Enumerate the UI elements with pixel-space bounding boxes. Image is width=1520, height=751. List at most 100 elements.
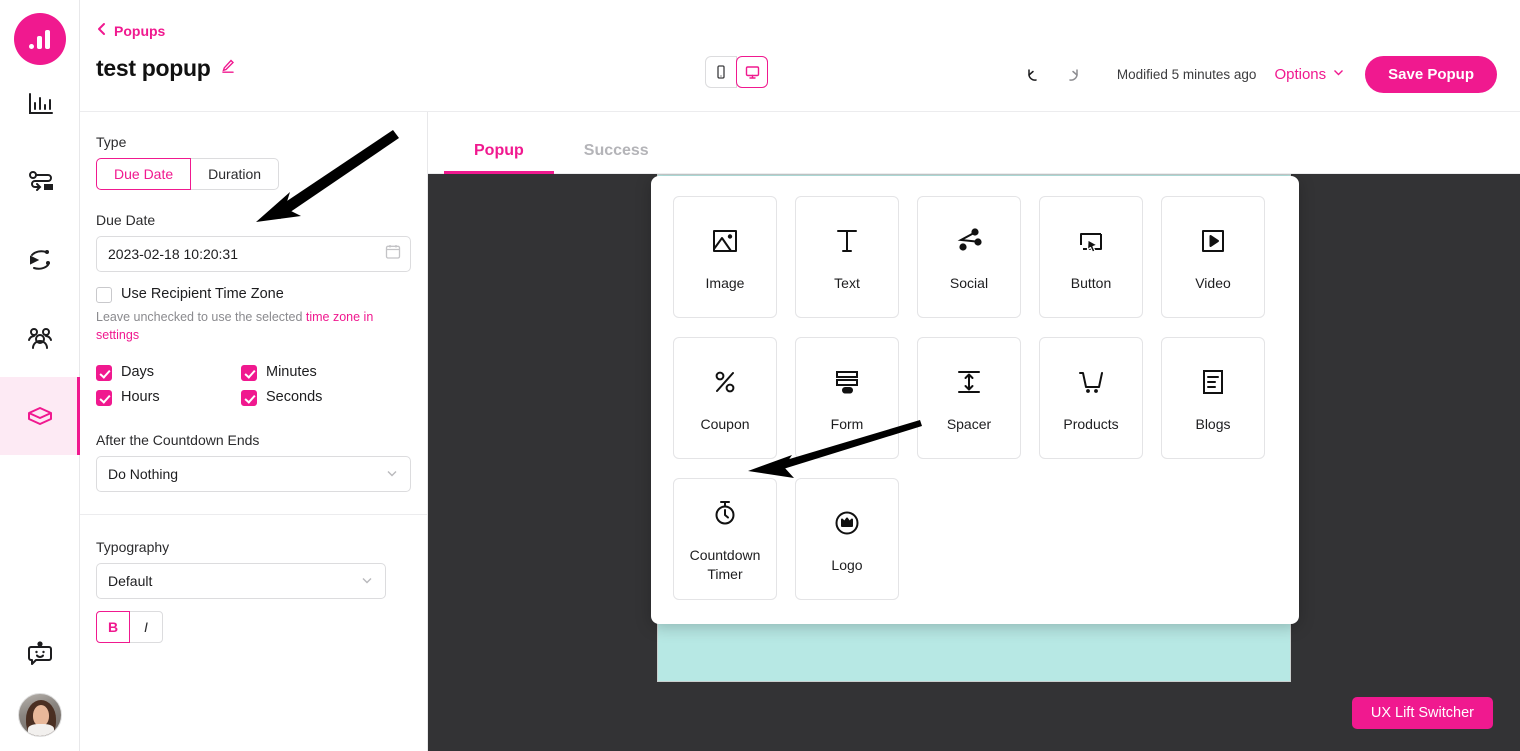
element-option-form[interactable]: Form bbox=[795, 337, 899, 459]
user-avatar[interactable] bbox=[17, 693, 62, 737]
due-date-label: Due Date bbox=[96, 212, 156, 228]
unit-hours-label: Hours bbox=[121, 389, 160, 406]
editor-tabs: Popup Success bbox=[428, 112, 1520, 174]
due-date-input[interactable] bbox=[96, 236, 411, 272]
popup-canvas: COUPON_CODE_HERE + Image bbox=[428, 174, 1520, 751]
page-title: test popup bbox=[96, 55, 236, 82]
tab-success[interactable]: Success bbox=[554, 142, 679, 173]
save-popup-button[interactable]: Save Popup bbox=[1365, 56, 1497, 93]
element-option-text[interactable]: Text bbox=[795, 196, 899, 318]
element-option-label: Products bbox=[1063, 415, 1119, 432]
undo-button[interactable] bbox=[1015, 59, 1053, 91]
modified-timestamp: Modified 5 minutes ago bbox=[1116, 67, 1257, 82]
element-option-label: Spacer bbox=[946, 415, 992, 432]
unit-minutes-label: Minutes bbox=[266, 364, 317, 381]
element-option-button[interactable]: Button bbox=[1039, 196, 1143, 318]
unit-hours-checkbox[interactable] bbox=[96, 390, 112, 407]
sidebar-item-campaigns[interactable] bbox=[0, 221, 80, 299]
use-recipient-timezone-row[interactable]: Use Recipient Time Zone bbox=[96, 286, 411, 303]
timezone-hint: Leave unchecked to use the selected time… bbox=[96, 308, 411, 344]
unit-seconds-row[interactable]: Seconds bbox=[241, 389, 411, 407]
type-option-due-date[interactable]: Due Date bbox=[96, 158, 192, 190]
unit-days-label: Days bbox=[121, 364, 155, 381]
unit-hours-row[interactable]: Hours bbox=[96, 389, 241, 407]
typography-label: Typography bbox=[96, 539, 170, 556]
crown-circle-icon bbox=[831, 504, 863, 542]
box-cube-icon bbox=[24, 400, 56, 432]
ux-lift-switcher-button[interactable]: UX Lift Switcher bbox=[1351, 697, 1493, 729]
type-option-duration[interactable]: Duration bbox=[190, 158, 280, 190]
app-logo[interactable] bbox=[13, 13, 66, 65]
element-picker-grid: Image Text Social Button Video Coupon Fo… bbox=[673, 196, 1277, 600]
breadcrumb[interactable]: Popups bbox=[96, 22, 165, 39]
element-option-label: Form bbox=[830, 415, 864, 432]
due-date-field-wrap bbox=[96, 236, 411, 272]
unit-days-row[interactable]: Days bbox=[96, 364, 241, 382]
unit-minutes-checkbox[interactable] bbox=[241, 365, 257, 382]
document-list-icon bbox=[1197, 363, 1229, 401]
device-mobile-button[interactable] bbox=[705, 56, 737, 88]
pencil-icon[interactable] bbox=[220, 58, 236, 79]
unit-minutes-row[interactable]: Minutes bbox=[241, 364, 411, 382]
italic-button[interactable]: I bbox=[129, 611, 163, 644]
bar-chart-icon bbox=[25, 89, 55, 119]
popup-editor-app: Countdown Timer Type Due Date Duration D… bbox=[0, 0, 1520, 751]
element-option-label: Blogs bbox=[1195, 415, 1231, 432]
element-option-image[interactable]: Image bbox=[673, 196, 777, 318]
flow-arrow-icon bbox=[25, 167, 55, 197]
type-segmented-control: Due Date Duration bbox=[96, 158, 280, 190]
element-option-blogs[interactable]: Blogs bbox=[1161, 337, 1265, 459]
chatbot-icon bbox=[25, 639, 55, 669]
device-toggle bbox=[705, 56, 768, 88]
people-group-icon bbox=[25, 323, 55, 353]
panel-divider bbox=[80, 514, 427, 516]
unit-seconds-checkbox[interactable] bbox=[241, 390, 257, 407]
use-recipient-timezone-label: Use Recipient Time Zone bbox=[121, 286, 284, 302]
text-format-buttons: B I bbox=[96, 611, 411, 644]
options-dropdown[interactable]: Options bbox=[1274, 66, 1345, 83]
sidebar-item-analytics[interactable] bbox=[0, 65, 80, 143]
element-option-label: Text bbox=[834, 274, 860, 291]
element-option-spacer[interactable]: Spacer bbox=[917, 337, 1021, 459]
send-cycle-icon bbox=[25, 245, 55, 275]
chevron-down-icon bbox=[385, 466, 399, 483]
element-option-video[interactable]: Video bbox=[1161, 196, 1265, 318]
typography-select[interactable]: Default bbox=[96, 563, 386, 600]
device-desktop-button[interactable] bbox=[736, 56, 768, 88]
element-settings-panel: Countdown Timer Type Due Date Duration D… bbox=[80, 0, 428, 751]
primary-icon-rail bbox=[0, 0, 80, 751]
spacer-arrows-icon bbox=[953, 363, 985, 401]
element-option-countdown-timer[interactable]: Countdown Timer bbox=[673, 478, 777, 600]
use-recipient-timezone-checkbox[interactable] bbox=[96, 287, 112, 303]
stopwatch-icon bbox=[709, 494, 741, 532]
shopping-cart-icon bbox=[1075, 363, 1107, 401]
element-option-label: Coupon bbox=[700, 415, 750, 432]
element-option-social[interactable]: Social bbox=[917, 196, 1021, 318]
unit-days-checkbox[interactable] bbox=[96, 365, 112, 382]
element-option-coupon[interactable]: Coupon bbox=[673, 337, 777, 459]
text-icon bbox=[831, 222, 863, 260]
chevron-down-icon bbox=[360, 573, 374, 590]
element-option-label: Countdown Timer bbox=[689, 547, 761, 582]
element-picker-popover: Image Text Social Button Video Coupon Fo… bbox=[651, 176, 1299, 624]
redo-button[interactable] bbox=[1053, 59, 1091, 91]
tab-popup[interactable]: Popup bbox=[444, 142, 554, 174]
after-ends-label: After the Countdown Ends bbox=[96, 432, 260, 449]
element-option-label: Button bbox=[1070, 274, 1112, 291]
type-label: Type bbox=[96, 134, 127, 150]
panel-body: Type Due Date Duration Due Date Use Reci… bbox=[80, 112, 427, 751]
sidebar-item-chatbot[interactable] bbox=[0, 615, 80, 693]
main-area: Popups test popup Modified 5 minutes ago… bbox=[80, 0, 1520, 751]
button-cursor-icon bbox=[1075, 222, 1107, 260]
element-option-logo[interactable]: Logo bbox=[795, 478, 899, 600]
unit-seconds-label: Seconds bbox=[266, 389, 323, 406]
image-icon bbox=[709, 222, 741, 260]
breadcrumb-label: Popups bbox=[114, 22, 166, 39]
element-option-products[interactable]: Products bbox=[1039, 337, 1143, 459]
sidebar-item-automation[interactable] bbox=[0, 143, 80, 221]
sidebar-item-audience[interactable] bbox=[0, 299, 80, 377]
bold-button[interactable]: B bbox=[96, 611, 130, 644]
top-bar: Popups test popup Modified 5 minutes ago… bbox=[80, 0, 1520, 112]
after-ends-select[interactable]: Do Nothing bbox=[96, 456, 411, 493]
sidebar-item-popups[interactable] bbox=[0, 377, 80, 455]
